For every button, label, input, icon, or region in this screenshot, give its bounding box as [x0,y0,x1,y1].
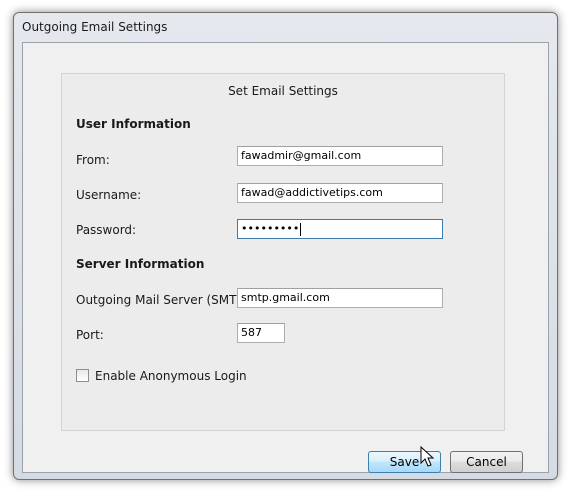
password-mask: ••••••••• [241,222,300,235]
title-bar[interactable]: Outgoing Email Settings [14,13,557,41]
port-label: Port: [76,328,104,342]
dialog-client-area: Set Email Settings User Information From… [22,42,549,473]
mouse-pointer-icon [420,446,435,467]
password-input[interactable]: ••••••••• [237,219,443,239]
username-label: Username: [76,188,142,202]
password-label: Password: [76,223,137,237]
from-label: From: [76,153,110,167]
port-input[interactable]: 587 [237,323,285,343]
cancel-button[interactable]: Cancel [450,451,523,473]
username-input[interactable]: fawad@addictivetips.com [237,183,443,203]
window-title: Outgoing Email Settings [22,20,168,34]
settings-window: Outgoing Email Settings Set Email Settin… [13,12,558,480]
panel-title: Set Email Settings [228,84,338,98]
anonymous-login-label[interactable]: Enable Anonymous Login [95,369,247,383]
smtp-label: Outgoing Mail Server (SMTP): [76,293,253,307]
user-info-heading: User Information [76,117,191,131]
settings-panel: Set Email Settings User Information From… [61,73,505,431]
smtp-input[interactable]: smtp.gmail.com [237,288,443,308]
text-caret [300,222,302,236]
server-info-heading: Server Information [76,257,205,271]
anonymous-login-checkbox[interactable] [76,369,89,382]
from-input[interactable]: fawadmir@gmail.com [237,146,443,166]
